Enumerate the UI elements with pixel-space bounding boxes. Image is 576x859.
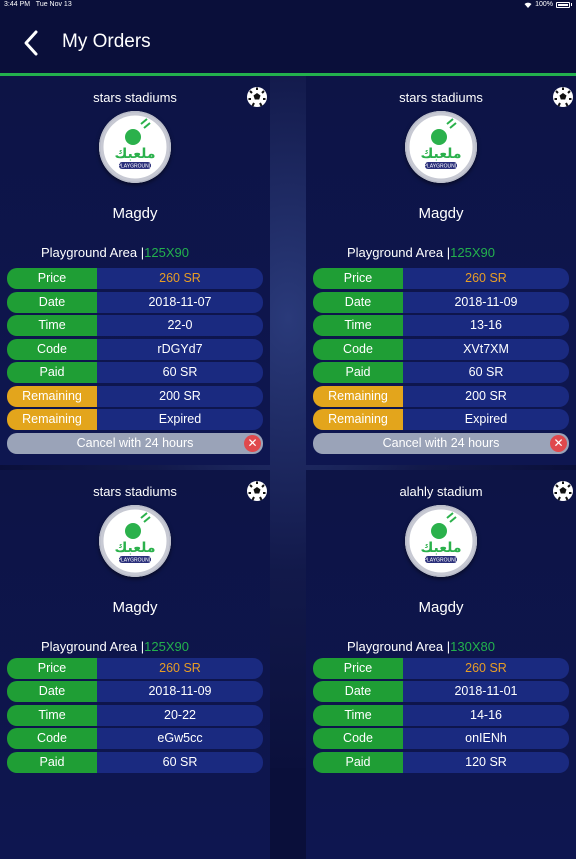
- price-row: Price 260 SR: [313, 658, 569, 679]
- code-row: Code eGw5cc: [7, 728, 263, 749]
- stadium-name: alahly stadium: [399, 484, 483, 499]
- battery-percent: 100%: [535, 1, 553, 8]
- owner-name: Magdy: [112, 599, 158, 616]
- soccer-ball-icon: [247, 87, 267, 107]
- order-card: stars stadiums ملعبك PLAYGROUND Magdy Pla…: [306, 76, 576, 465]
- svg-text:PLAYGROUND: PLAYGROUND: [424, 558, 459, 564]
- playground-area: Playground Area |130X80: [347, 639, 495, 654]
- time-row: Time 20-22: [7, 705, 263, 726]
- paid-row: Paid 60 SR: [313, 362, 569, 383]
- code-row: Code XVt7XM: [313, 339, 569, 360]
- cancel-button[interactable]: Cancel with 24 hours ✕: [7, 433, 263, 454]
- status-bar: 3:44 PM Tue Nov 13 100%: [0, 0, 576, 12]
- battery-icon: [556, 1, 570, 8]
- svg-text:ملعبك: ملعبك: [114, 146, 155, 162]
- navigation-bar: My Orders: [0, 12, 576, 74]
- playground-logo: ملعبك PLAYGROUND: [405, 505, 477, 577]
- date-row: Date 2018-11-09: [313, 292, 569, 313]
- price-row: Price 260 SR: [7, 658, 263, 679]
- svg-text:ملعبك: ملعبك: [420, 146, 461, 162]
- svg-text:ملعبك: ملعبك: [114, 540, 155, 556]
- remaining-row: Remaining 200 SR: [313, 386, 569, 407]
- svg-text:ملعبك: ملعبك: [420, 540, 461, 556]
- price-row: Price 260 SR: [313, 268, 569, 289]
- paid-row: Paid 60 SR: [7, 362, 263, 383]
- close-icon[interactable]: ✕: [550, 435, 567, 452]
- code-row: Code rDGYd7: [7, 339, 263, 360]
- price-row: Price 260 SR: [7, 268, 263, 289]
- code-row: Code onIENh: [313, 728, 569, 749]
- soccer-ball-icon: [553, 481, 573, 501]
- stadium-name: stars stadiums: [93, 484, 177, 499]
- stadium-name: stars stadiums: [93, 90, 177, 105]
- svg-text:PLAYGROUND: PLAYGROUND: [118, 164, 153, 170]
- playground-area: Playground Area |125X90: [41, 245, 189, 260]
- playground-area: Playground Area |125X90: [41, 639, 189, 654]
- close-icon[interactable]: ✕: [244, 435, 261, 452]
- back-arrow-icon[interactable]: [20, 29, 42, 57]
- order-card: stars stadiums ملعبك PLAYGROUND Magdy Pla…: [0, 470, 270, 859]
- soccer-ball-icon: [553, 87, 573, 107]
- playground-area: Playground Area |125X90: [347, 245, 495, 260]
- remaining-status-row: Remaining Expired: [313, 409, 569, 430]
- cancel-button[interactable]: Cancel with 24 hours ✕: [313, 433, 569, 454]
- svg-text:PLAYGROUND: PLAYGROUND: [118, 558, 153, 564]
- owner-name: Magdy: [112, 205, 158, 222]
- playground-logo: ملعبك PLAYGROUND: [405, 111, 477, 183]
- order-card: alahly stadium ملعبك PLAYGROUND Magdy Pla…: [306, 470, 576, 859]
- time-row: Time 22-0: [7, 315, 263, 336]
- stadium-name: stars stadiums: [399, 90, 483, 105]
- date-row: Date 2018-11-07: [7, 292, 263, 313]
- wifi-icon: [524, 2, 532, 8]
- orders-grid: stars stadiums ملعبك PLAYGROUND Magdy Pla…: [0, 76, 576, 859]
- order-card: stars stadiums ملعبك PLAYGROUND Magdy Pla…: [0, 76, 270, 465]
- remaining-row: Remaining 200 SR: [7, 386, 263, 407]
- time-row: Time 13-16: [313, 315, 569, 336]
- owner-name: Magdy: [418, 205, 464, 222]
- remaining-status-row: Remaining Expired: [7, 409, 263, 430]
- playground-logo: ملعبك PLAYGROUND: [99, 111, 171, 183]
- page-title: My Orders: [62, 31, 151, 52]
- status-time: 3:44 PM Tue Nov 13: [4, 1, 72, 8]
- time-row: Time 14-16: [313, 705, 569, 726]
- paid-row: Paid 120 SR: [313, 752, 569, 773]
- playground-logo: ملعبك PLAYGROUND: [99, 505, 171, 577]
- paid-row: Paid 60 SR: [7, 752, 263, 773]
- date-row: Date 2018-11-09: [7, 681, 263, 702]
- soccer-ball-icon: [247, 481, 267, 501]
- owner-name: Magdy: [418, 599, 464, 616]
- date-row: Date 2018-11-01: [313, 681, 569, 702]
- svg-text:PLAYGROUND: PLAYGROUND: [424, 164, 459, 170]
